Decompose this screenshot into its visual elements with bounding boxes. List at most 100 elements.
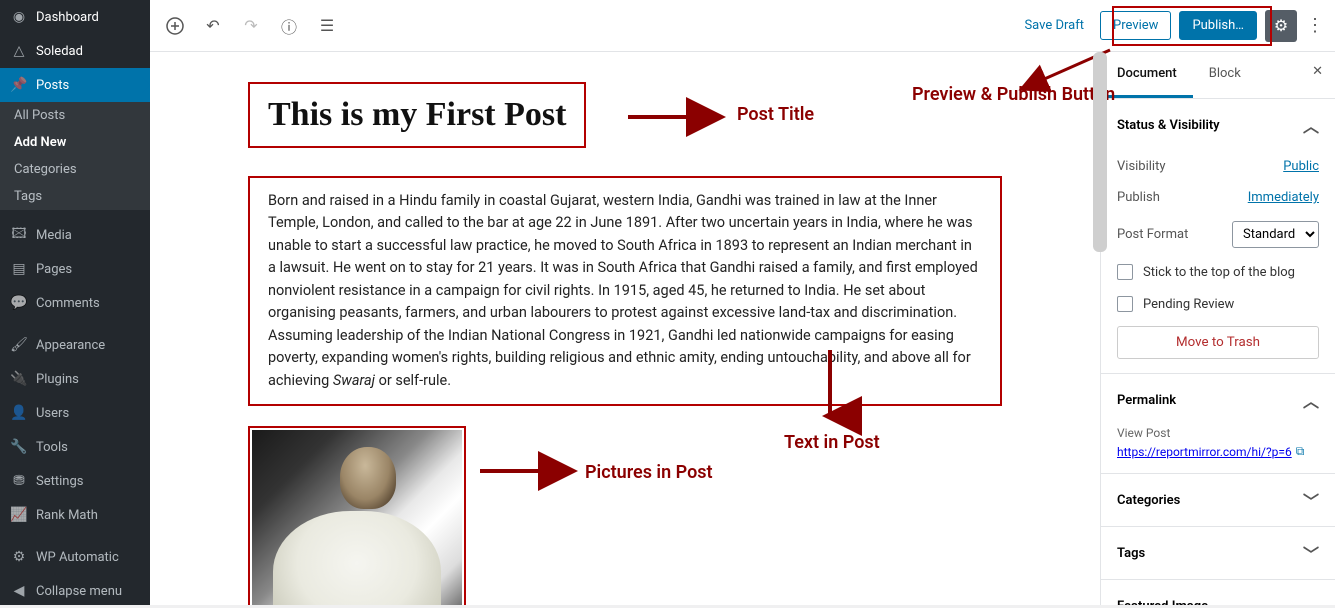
pin-icon: 📌 <box>10 76 28 94</box>
user-icon: 👤 <box>10 404 28 422</box>
external-link-icon: ⧉ <box>1296 444 1305 459</box>
sidebar-label: Plugins <box>36 372 79 387</box>
sidebar-item-media[interactable]: 🖾Media <box>0 218 150 252</box>
sidebar-item-rankmath[interactable]: 📈 Rank Math <box>0 498 150 532</box>
move-to-trash-button[interactable]: Move to Trash <box>1117 326 1319 359</box>
panel-status: Status & Visibility ︿ Visibility Public Pu… <box>1101 99 1335 374</box>
sidebar-item-plugins[interactable]: 🔌 Plugins <box>0 362 150 396</box>
wrench-icon: 🔧 <box>10 438 28 456</box>
more-menu-button[interactable]: ⋮ <box>1305 15 1325 36</box>
editor-scrollbar[interactable] <box>1093 52 1107 252</box>
sidebar-label: Collapse menu <box>36 584 122 599</box>
chevron-up-icon: ︿ <box>1303 113 1319 137</box>
collapse-icon: ◀ <box>10 582 28 600</box>
chevron-up-icon: ︿ <box>1303 594 1319 605</box>
sidebar-label: WP Automatic <box>36 550 119 565</box>
sidebar-label: Comments <box>36 296 100 311</box>
settings-tabs: Document Block ✕ <box>1101 52 1335 99</box>
postformat-select[interactable]: Standard <box>1232 221 1319 248</box>
sidebar-item-comments[interactable]: 💬 Comments <box>0 286 150 320</box>
sidebar-label: Pages <box>36 262 72 277</box>
panel-toggle-status[interactable]: Status & Visibility ︿ <box>1101 99 1335 151</box>
redo-button[interactable]: ↷ <box>236 11 266 41</box>
panel-toggle-categories[interactable]: Categories﹀ <box>1101 474 1335 526</box>
add-block-button[interactable] <box>160 11 190 41</box>
editor-topbar: ↶ ↷ ⓘ ☰ Save Draft Preview Publish… ⚙ ⋮ <box>150 0 1335 52</box>
chart-icon: 📈 <box>10 506 28 524</box>
sidebar-label: Rank Math <box>36 508 98 523</box>
postformat-label: Post Format <box>1117 227 1188 242</box>
panel-title: Status & Visibility <box>1117 118 1220 133</box>
permalink-url[interactable]: https://reportmirror.com/hi/?p=6 <box>1117 445 1292 459</box>
panel-permalink: Permalink ︿ View Post https://reportmirro… <box>1101 374 1335 474</box>
pending-label: Pending Review <box>1143 297 1234 312</box>
sidebar-item-dashboard[interactable]: ◉ Dashboard <box>0 0 150 34</box>
sliders-icon: ⛃ <box>10 472 28 490</box>
dashboard-icon: ◉ <box>10 8 28 26</box>
settings-sidebar: Document Block ✕ Status & Visibility ︿ Vi… <box>1100 52 1335 605</box>
comments-icon: 💬 <box>10 294 28 312</box>
sidebar-item-wpautomatic[interactable]: ⚙ WP Automatic <box>0 540 150 574</box>
publish-button[interactable]: Publish… <box>1179 11 1257 40</box>
sidebar-sub-tags[interactable]: Tags <box>0 183 150 210</box>
publish-label: Publish <box>1117 190 1160 205</box>
editor-canvas: This is my First Post Born and raised in… <box>150 52 1100 605</box>
tab-block[interactable]: Block <box>1193 52 1257 98</box>
panel-tags: Tags﹀ <box>1101 527 1335 580</box>
undo-button[interactable]: ↶ <box>198 11 228 41</box>
preview-button[interactable]: Preview <box>1100 11 1171 40</box>
media-icon: 🖾 <box>10 226 28 244</box>
brush-icon: 🖌 <box>10 336 28 354</box>
chevron-up-icon: ︿ <box>1303 388 1319 412</box>
settings-toggle-button[interactable]: ⚙ <box>1265 10 1297 42</box>
panel-toggle-tags[interactable]: Tags﹀ <box>1101 527 1335 579</box>
paragraph-text: or self-rule. <box>375 372 451 389</box>
sidebar-item-appearance[interactable]: 🖌 Appearance <box>0 328 150 362</box>
sidebar-item-tools[interactable]: 🔧 Tools <box>0 430 150 464</box>
sidebar-sub-addnew[interactable]: Add New <box>0 129 150 156</box>
outline-button[interactable]: ☰ <box>312 11 342 41</box>
panel-toggle-featured[interactable]: Featured Image︿ <box>1101 580 1335 605</box>
sidebar-label: Settings <box>36 474 83 489</box>
chevron-down-icon: ﹀ <box>1303 541 1319 565</box>
info-button[interactable]: ⓘ <box>274 11 304 41</box>
robot-icon: ⚙ <box>10 548 28 566</box>
paragraph-text: Born and raised in a Hindu family in coa… <box>268 192 978 389</box>
sidebar-item-users[interactable]: 👤 Users <box>0 396 150 430</box>
stick-checkbox[interactable] <box>1117 264 1133 280</box>
annotation-box-image <box>248 426 466 605</box>
panel-toggle-permalink[interactable]: Permalink ︿ <box>1101 374 1335 426</box>
publish-value[interactable]: Immediately <box>1248 190 1319 205</box>
sidebar-label: Tools <box>36 440 68 455</box>
post-paragraph[interactable]: Born and raised in a Hindu family in coa… <box>268 190 982 392</box>
tab-document[interactable]: Document <box>1101 52 1193 98</box>
sidebar-item-settings[interactable]: ⛃ Settings <box>0 464 150 498</box>
viewpost-label: View Post <box>1117 426 1319 440</box>
sidebar-label: Dashboard <box>36 10 99 25</box>
sidebar-item-soledad[interactable]: △ Soledad <box>0 34 150 68</box>
chevron-down-icon: ﹀ <box>1303 488 1319 512</box>
sidebar-item-collapse[interactable]: ◀ Collapse menu <box>0 574 150 608</box>
theme-icon: △ <box>10 42 28 60</box>
save-draft-button[interactable]: Save Draft <box>1016 12 1092 39</box>
sidebar-label: Appearance <box>36 338 105 353</box>
post-image[interactable] <box>252 430 462 605</box>
sidebar-label: Soledad <box>36 44 83 59</box>
sidebar-sub-allposts[interactable]: All Posts <box>0 102 150 129</box>
paragraph-em: Swaraj <box>333 372 375 389</box>
pending-checkbox[interactable] <box>1117 296 1133 312</box>
post-title[interactable]: This is my First Post <box>268 96 566 134</box>
pages-icon: ▤ <box>10 260 28 278</box>
visibility-value[interactable]: Public <box>1283 159 1319 174</box>
plug-icon: 🔌 <box>10 370 28 388</box>
visibility-label: Visibility <box>1117 159 1166 174</box>
stick-label: Stick to the top of the blog <box>1143 265 1295 280</box>
sidebar-label: Users <box>36 406 69 421</box>
sidebar-item-pages[interactable]: ▤ Pages <box>0 252 150 286</box>
sidebar-sub-categories[interactable]: Categories <box>0 156 150 183</box>
panel-title: Permalink <box>1117 393 1176 408</box>
close-settings-button[interactable]: ✕ <box>1300 52 1335 98</box>
annotation-box-title: This is my First Post <box>248 82 586 148</box>
annotation-box-body: Born and raised in a Hindu family in coa… <box>248 176 1002 406</box>
sidebar-item-posts[interactable]: 📌Posts <box>0 68 150 102</box>
